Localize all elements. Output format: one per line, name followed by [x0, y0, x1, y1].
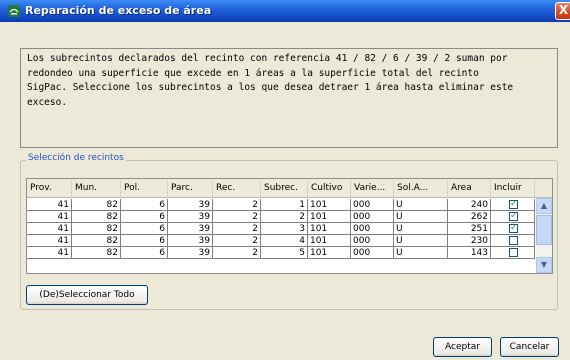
column-header[interactable]: Mun.: [72, 179, 121, 197]
table-cell-prov: 41: [27, 235, 72, 247]
table-cell-rec: 2: [213, 247, 261, 259]
table-cell-mun: 82: [72, 223, 121, 235]
table-cell-sol: U: [394, 235, 448, 247]
vertical-scrollbar[interactable]: ▲ ▼: [536, 198, 552, 273]
table-cell-cultivo: 101: [308, 223, 351, 235]
include-checkbox[interactable]: [509, 223, 518, 234]
table-cell-pol: 6: [121, 235, 168, 247]
include-checkbox[interactable]: [509, 199, 518, 210]
include-checkbox[interactable]: [509, 248, 518, 257]
table-cell-area: 251: [448, 223, 491, 235]
table-cell-incluir: [491, 235, 535, 247]
group-legend: Selección de recintos: [26, 153, 126, 163]
table-cell-subrec: 4: [261, 235, 308, 247]
table-row[interactable]: 41 82 6 39 2 3 101 000 U 251: [27, 223, 535, 235]
table-cell-pol: 6: [121, 211, 168, 223]
column-header[interactable]: Prov.: [27, 179, 72, 197]
column-header[interactable]: Parc.: [168, 179, 213, 197]
table-cell-prov: 41: [27, 199, 72, 211]
table-cell-sol: U: [394, 211, 448, 223]
column-header[interactable]: Sol.A...: [394, 179, 448, 197]
select-all-button[interactable]: (De)Seleccionar Todo: [26, 285, 148, 305]
column-header[interactable]: Pol.: [121, 179, 168, 197]
table-cell-variedad: 000: [351, 247, 394, 259]
table-cell-prov: 41: [27, 247, 72, 259]
table-cell-subrec: 3: [261, 223, 308, 235]
table-cell-subrec: 2: [261, 211, 308, 223]
table-cell-parc: 39: [168, 247, 213, 259]
cancel-button[interactable]: Cancelar: [500, 337, 559, 357]
table-cell-subrec: 5: [261, 247, 308, 259]
table-cell-parc: 39: [168, 223, 213, 235]
table-row[interactable]: 41 82 6 39 2 4 101 000 U 230: [27, 235, 535, 247]
table-cell-area: 143: [448, 247, 491, 259]
table-cell-pol: 6: [121, 199, 168, 211]
table-cell-pol: 6: [121, 223, 168, 235]
table-cell-pol: 6: [121, 247, 168, 259]
column-header[interactable]: Incluir: [491, 179, 535, 197]
table-cell-rec: 2: [213, 199, 261, 211]
message-box: Los subrecintos declarados del recinto c…: [20, 48, 558, 148]
table-cell-mun: 82: [72, 235, 121, 247]
table-cell-variedad: 000: [351, 235, 394, 247]
table-cell-incluir: [491, 247, 535, 259]
table-cell-incluir: [491, 223, 535, 235]
table-cell-prov: 41: [27, 223, 72, 235]
table-cell-rec: 2: [213, 223, 261, 235]
table-header: Prov. Mun. Pol. Parc. Rec. Subrec. Culti…: [27, 179, 552, 198]
table-cell-area: 230: [448, 235, 491, 247]
table-cell-incluir: [491, 199, 535, 211]
include-checkbox[interactable]: [509, 236, 518, 245]
table-row[interactable]: 41 82 6 39 2 1 101 000 U 240: [27, 199, 535, 211]
chevron-up-icon[interactable]: ▲: [536, 198, 552, 214]
table-cell-mun: 82: [72, 199, 121, 211]
title-bar[interactable]: Reparación de exceso de área X: [0, 0, 570, 22]
table-cell-mun: 82: [72, 247, 121, 259]
table-row[interactable]: 41 82 6 39 2 5 101 000 U 143: [27, 247, 535, 259]
accept-button[interactable]: Aceptar: [433, 337, 492, 357]
table-cell-cultivo: 101: [308, 235, 351, 247]
table-cell-area: 240: [448, 199, 491, 211]
table-cell-sol: U: [394, 199, 448, 211]
table-cell-subrec: 1: [261, 199, 308, 211]
table-cell-sol: U: [394, 223, 448, 235]
table-cell-parc: 39: [168, 199, 213, 211]
table-cell-incluir: [491, 211, 535, 223]
column-header[interactable]: Rec.: [213, 179, 261, 197]
table-cell-sol: U: [394, 247, 448, 259]
table-cell-parc: 39: [168, 235, 213, 247]
table-cell-cultivo: 101: [308, 199, 351, 211]
recintos-table[interactable]: Prov. Mun. Pol. Parc. Rec. Subrec. Culti…: [26, 178, 553, 274]
table-cell-area: 262: [448, 211, 491, 223]
column-header[interactable]: Subrec.: [261, 179, 308, 197]
table-cell-rec: 2: [213, 235, 261, 247]
window-title: Reparación de exceso de área: [25, 4, 212, 17]
table-cell-variedad: 000: [351, 211, 394, 223]
app-icon: [8, 5, 20, 17]
table-cell-cultivo: 101: [308, 211, 351, 223]
column-header[interactable]: Cultivo: [308, 179, 351, 197]
table-row[interactable]: 41 82 6 39 2 2 101 000 U 262: [27, 211, 535, 223]
scrollbar-thumb[interactable]: [536, 215, 552, 245]
message-text: Los subrecintos declarados del recinto c…: [27, 53, 514, 108]
column-header[interactable]: Varie...: [351, 179, 394, 197]
chevron-down-icon[interactable]: ▼: [536, 257, 552, 273]
table-cell-variedad: 000: [351, 199, 394, 211]
table-cell-rec: 2: [213, 211, 261, 223]
table-cell-prov: 41: [27, 211, 72, 223]
column-header[interactable]: Area: [448, 179, 491, 197]
table-cell-mun: 82: [72, 211, 121, 223]
table-cell-cultivo: 101: [308, 247, 351, 259]
close-button[interactable]: X: [555, 2, 570, 20]
table-cell-parc: 39: [168, 211, 213, 223]
table-cell-variedad: 000: [351, 223, 394, 235]
include-checkbox[interactable]: [509, 211, 518, 222]
